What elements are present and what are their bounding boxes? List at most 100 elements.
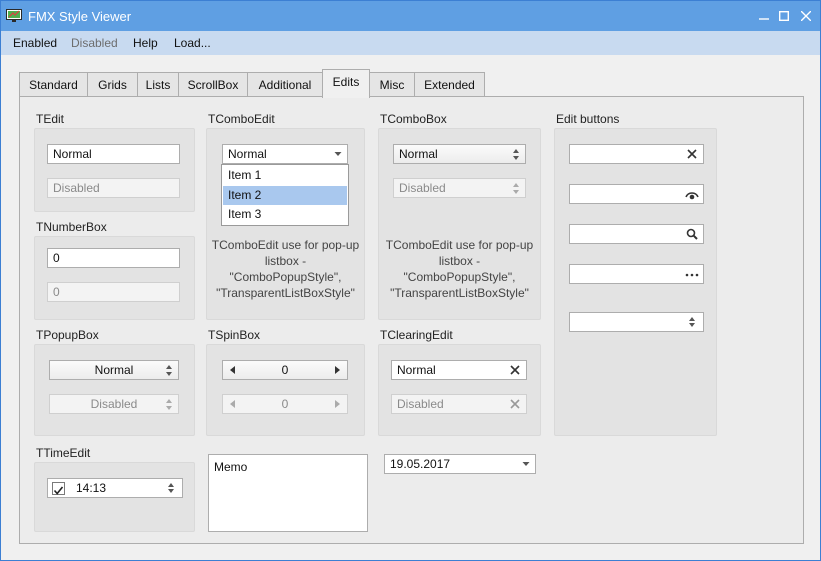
tab-lists[interactable]: Lists bbox=[137, 72, 179, 97]
date-edit-field[interactable]: 19.05.2017 bbox=[384, 454, 536, 474]
desc-line: TComboEdit use for pop-up bbox=[211, 238, 360, 252]
tab-extended[interactable]: Extended bbox=[414, 72, 485, 97]
maximize-button[interactable] bbox=[774, 6, 794, 26]
tspinbox-disabled: 0 bbox=[222, 394, 348, 414]
tpopupbox-normal[interactable]: Normal bbox=[49, 360, 179, 380]
menu-enabled[interactable]: Enabled bbox=[13, 36, 57, 50]
tcombobox-label: TComboBox bbox=[380, 112, 447, 126]
app-icon bbox=[6, 9, 22, 22]
clear-icon[interactable] bbox=[684, 146, 700, 162]
dropdown-item-1[interactable]: Item 1 bbox=[223, 166, 347, 185]
dropdown-item-3[interactable]: Item 3 bbox=[223, 205, 347, 224]
tab-edits[interactable]: Edits bbox=[322, 69, 370, 98]
desc-line: TComboEdit use for pop-up bbox=[385, 238, 534, 252]
tab-grids[interactable]: Grids bbox=[87, 72, 138, 97]
tcomboedit-label: TComboEdit bbox=[208, 112, 275, 126]
updown-arrows-icon bbox=[166, 365, 172, 376]
date-edit-value: 19.05.2017 bbox=[390, 457, 451, 471]
tspinbox-value: 0 bbox=[281, 363, 289, 377]
updown-arrows-icon bbox=[513, 183, 519, 194]
tspinbox-disabled-value: 0 bbox=[281, 397, 289, 411]
dropdown-item-2[interactable]: Item 2 bbox=[223, 186, 347, 205]
minimize-button[interactable] bbox=[754, 6, 774, 26]
desc-line: listbox - bbox=[264, 254, 307, 268]
tspinbox-group bbox=[206, 344, 365, 436]
close-icon bbox=[801, 11, 811, 21]
password-eye-icon[interactable] bbox=[684, 186, 700, 202]
tedit-normal-field[interactable]: Normal bbox=[47, 144, 180, 164]
ellipsis-icon[interactable] bbox=[684, 266, 700, 282]
tcombobox-description: TComboEdit use for pop-up listbox - "Com… bbox=[378, 237, 541, 301]
tcomboedit-description: TComboEdit use for pop-up listbox - "Com… bbox=[206, 237, 365, 301]
tclearingedit-label: TClearingEdit bbox=[380, 328, 453, 342]
title-bar[interactable]: FMX Style Viewer bbox=[1, 1, 820, 31]
tspinbox-field[interactable]: 0 bbox=[222, 360, 348, 380]
memo-field[interactable]: Memo bbox=[208, 454, 368, 532]
tab-additional[interactable]: Additional bbox=[247, 72, 323, 97]
tnumberbox-label: TNumberBox bbox=[36, 220, 107, 234]
tclearingedit-disabled-value: Disabled bbox=[397, 397, 444, 411]
arrow-left-icon bbox=[230, 400, 235, 408]
tpopupbox-normal-value: Normal bbox=[94, 363, 134, 377]
ttimeedit-label: TTimeEdit bbox=[36, 446, 91, 460]
menu-help[interactable]: Help bbox=[133, 36, 158, 50]
ellipsis-button-edit[interactable] bbox=[569, 264, 704, 284]
minimize-icon bbox=[759, 18, 769, 20]
tclearingedit-disabled: Disabled bbox=[391, 394, 527, 414]
menu-disabled[interactable]: Disabled bbox=[71, 36, 118, 50]
tpopupbox-disabled: Disabled bbox=[49, 394, 179, 414]
desc-line: listbox - bbox=[438, 254, 481, 268]
ttimeedit-value: 14:13 bbox=[76, 481, 107, 495]
search-icon[interactable] bbox=[684, 226, 700, 242]
clear-icon bbox=[510, 399, 520, 409]
ttimeedit-field[interactable]: 14:13 bbox=[47, 478, 183, 498]
app-window: FMX Style Viewer Enabled Disabled Help L… bbox=[0, 0, 821, 561]
chevron-down-icon[interactable] bbox=[521, 455, 531, 473]
tnumberbox-disabled-field: 0 bbox=[47, 282, 180, 302]
tcombobox-disabled-value: Disabled bbox=[399, 181, 446, 195]
spin-updown-icon[interactable] bbox=[163, 480, 179, 496]
clear-icon[interactable] bbox=[507, 362, 523, 378]
spin-updown-icon[interactable] bbox=[684, 314, 700, 330]
window-title: FMX Style Viewer bbox=[28, 9, 132, 24]
close-button[interactable] bbox=[796, 6, 816, 26]
tab-misc[interactable]: Misc bbox=[369, 72, 415, 97]
spin-button-edit[interactable] bbox=[569, 312, 704, 332]
arrow-right-icon[interactable] bbox=[333, 366, 341, 374]
menu-load[interactable]: Load... bbox=[174, 36, 211, 50]
tclearingedit-group bbox=[378, 344, 541, 436]
search-button-edit[interactable] bbox=[569, 224, 704, 244]
clear-button-edit[interactable] bbox=[569, 144, 704, 164]
time-enabled-checkbox[interactable] bbox=[52, 482, 65, 495]
arrow-left-icon[interactable] bbox=[229, 366, 237, 374]
maximize-icon bbox=[779, 11, 789, 21]
tab-standard[interactable]: Standard bbox=[19, 72, 88, 97]
chevron-down-icon[interactable] bbox=[333, 145, 343, 163]
desc-line: "TransparentListBoxStyle" bbox=[216, 286, 355, 300]
arrow-right-icon bbox=[335, 400, 340, 408]
tcomboedit-value: Normal bbox=[228, 147, 267, 161]
tcomboedit-dropdown-list: Item 1 Item 2 Item 3 bbox=[221, 164, 349, 226]
checkmark-icon bbox=[53, 486, 64, 495]
tcombobox-normal[interactable]: Normal bbox=[393, 144, 526, 164]
tcomboedit-field[interactable]: Normal bbox=[222, 144, 348, 164]
tedit-disabled-field: Disabled bbox=[47, 178, 180, 198]
edit-buttons-label: Edit buttons bbox=[556, 112, 620, 126]
tab-scrollbox[interactable]: ScrollBox bbox=[178, 72, 248, 97]
tcombobox-disabled: Disabled bbox=[393, 178, 526, 198]
tedit-label: TEdit bbox=[36, 112, 65, 126]
desc-line: "ComboPopupStyle", bbox=[403, 270, 516, 284]
desc-line: "ComboPopupStyle", bbox=[229, 270, 342, 284]
tcombobox-normal-value: Normal bbox=[399, 147, 438, 161]
tpopupbox-disabled-value: Disabled bbox=[90, 397, 138, 411]
tclearingedit-normal[interactable]: Normal bbox=[391, 360, 527, 380]
menu-bar: Enabled Disabled Help Load... bbox=[1, 31, 820, 55]
tspinbox-label: TSpinBox bbox=[208, 328, 261, 342]
updown-arrows-icon bbox=[513, 149, 519, 160]
tpopupbox-group bbox=[34, 344, 195, 436]
desc-line: "TransparentListBoxStyle" bbox=[390, 286, 529, 300]
password-button-edit[interactable] bbox=[569, 184, 704, 204]
tclearingedit-normal-value: Normal bbox=[397, 363, 436, 377]
tpopupbox-label: TPopupBox bbox=[36, 328, 99, 342]
tnumberbox-field[interactable]: 0 bbox=[47, 248, 180, 268]
